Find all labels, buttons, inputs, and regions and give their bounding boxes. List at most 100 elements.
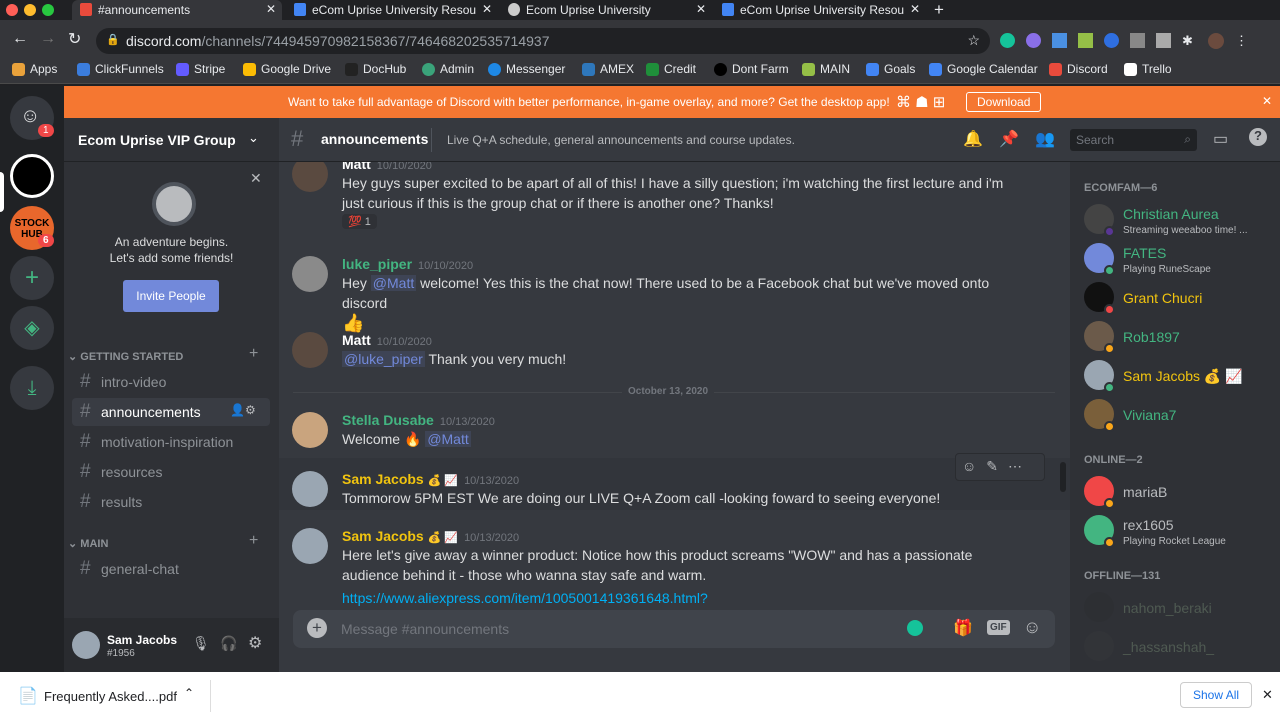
bookmark[interactable]: Goals — [866, 62, 915, 76]
member-item[interactable]: FATES Playing RuneScape — [1084, 239, 1274, 279]
author-name[interactable]: luke_piper — [342, 256, 412, 272]
puzzle-extensions-icon[interactable]: ✱ — [1182, 33, 1197, 48]
bookmark[interactable]: Stripe — [176, 62, 225, 76]
new-tab-button[interactable]: + — [934, 0, 944, 20]
avatar[interactable] — [72, 631, 100, 659]
edit-pencil-icon[interactable]: ✎ — [986, 458, 1008, 474]
show-all-button[interactable]: Show All — [1180, 682, 1253, 708]
download-filename[interactable]: Frequently Asked....pdf — [44, 689, 177, 704]
bookmark[interactable]: Google Drive — [243, 62, 331, 76]
bookmark-apps[interactable]: Apps — [12, 62, 57, 76]
invite-and-settings-icons[interactable]: 👤⚙ — [230, 403, 256, 417]
gift-icon[interactable]: 🎁 — [953, 618, 973, 638]
close-tab-icon[interactable]: ✕ — [696, 2, 706, 16]
bookmark[interactable]: Dont Farm — [714, 62, 789, 76]
back-button[interactable]: ← — [12, 30, 28, 48]
close-icon[interactable]: ✕ — [250, 170, 262, 187]
channel-general-chat[interactable]: general-chat — [72, 555, 270, 583]
close-tab-icon[interactable]: ✕ — [482, 2, 492, 16]
home-button[interactable]: ☺ 1 — [10, 96, 54, 140]
member-item[interactable]: Grant Chucri — [1084, 278, 1274, 318]
user-mention[interactable]: @luke_piper — [342, 351, 425, 367]
channel-announcements[interactable]: announcements 👤⚙ — [72, 398, 270, 426]
url-bar[interactable]: 🔒 discord.com/channels/744945970982158367… — [96, 28, 990, 54]
mute-microphone-icon[interactable]: 🎙 — [192, 635, 210, 652]
bookmark[interactable]: MAIN — [802, 62, 850, 76]
close-banner-icon[interactable]: ✕ — [1262, 94, 1272, 108]
author-name[interactable]: Matt — [342, 332, 371, 348]
scrollbar[interactable] — [1060, 462, 1066, 492]
notification-bell-icon[interactable]: 🔔 — [963, 129, 983, 149]
bookmark[interactable]: Messenger — [488, 62, 565, 76]
search-input[interactable]: Search ⌕ — [1070, 129, 1197, 151]
add-reaction-icon[interactable]: ☺ — [962, 458, 986, 474]
more-menu-icon[interactable]: ⋮ — [1235, 33, 1248, 49]
member-item[interactable]: Rob1897 — [1084, 317, 1274, 357]
close-tab-icon[interactable]: ✕ — [266, 2, 276, 16]
inbox-icon[interactable]: ▭ — [1213, 129, 1228, 149]
user-settings-gear-icon[interactable]: ⚙ — [248, 633, 262, 653]
browser-tab[interactable]: #announcements ✕ — [72, 0, 282, 20]
bookmark[interactable]: AMEX — [582, 62, 634, 76]
explore-servers-compass-icon[interactable]: ◈ — [10, 306, 54, 350]
extension-icon[interactable] — [1156, 33, 1171, 48]
extension-icon[interactable] — [1052, 33, 1067, 48]
avatar[interactable] — [292, 332, 328, 368]
close-downloads-icon[interactable]: ✕ — [1262, 687, 1273, 703]
channel-resources[interactable]: resources — [72, 458, 270, 486]
member-item[interactable]: rex1605 Playing Rocket League — [1084, 511, 1274, 551]
browser-tab[interactable]: eCom Uprise University Resou ✕ — [286, 0, 498, 20]
minimize-window-button[interactable] — [24, 4, 36, 16]
shopify-extension-icon[interactable] — [1078, 33, 1093, 48]
profile-avatar[interactable] — [1208, 33, 1224, 49]
help-icon[interactable]: ? — [1249, 128, 1267, 146]
bookmark[interactable]: DocHub — [345, 62, 406, 76]
close-window-button[interactable] — [6, 4, 18, 16]
bookmark-star-icon[interactable]: ☆ — [967, 32, 980, 49]
download-apps-icon[interactable]: ⤓ — [10, 366, 54, 410]
member-item[interactable]: Sam Jacobs 💰 📈 — [1084, 356, 1274, 396]
bookmark[interactable]: ClickFunnels — [77, 62, 164, 76]
browser-tab[interactable]: Ecom Uprise University ✕ — [500, 0, 712, 20]
category-getting-started[interactable]: ⌄ GETTING STARTED — [68, 350, 183, 363]
user-mention[interactable]: @Matt — [370, 275, 417, 291]
message-composer[interactable]: + Message #announcements 🎁 GIF ☺ — [293, 610, 1055, 648]
server-stock-hub[interactable]: STOCK HUB 6 — [10, 206, 54, 250]
maximize-window-button[interactable] — [42, 4, 54, 16]
upload-plus-icon[interactable]: + — [307, 618, 327, 638]
create-channel-icon[interactable]: + — [249, 345, 258, 363]
reaction[interactable]: 💯 1 — [342, 214, 377, 229]
product-link[interactable]: https://www.aliexpress.com/item/10050014… — [342, 588, 1022, 608]
avatar[interactable] — [292, 471, 328, 507]
add-server-button[interactable]: + — [10, 256, 54, 300]
forward-button[interactable]: → — [40, 30, 56, 48]
headphones-icon[interactable]: 🎧 — [220, 635, 237, 652]
author-name[interactable]: Stella Dusabe — [342, 412, 434, 428]
chevron-up-icon[interactable]: ⌃ — [184, 686, 194, 700]
channel-motivation-inspiration[interactable]: motivation-inspiration — [72, 428, 270, 456]
extension-icon[interactable] — [1026, 33, 1041, 48]
bookmark[interactable]: Google Calendar — [929, 62, 1038, 76]
grammarly-extension-icon[interactable] — [1000, 33, 1015, 48]
member-item[interactable]: Viviana7 — [1084, 395, 1274, 435]
bookmark[interactable]: Trello — [1124, 62, 1172, 76]
avatar[interactable] — [292, 528, 328, 564]
extension-icon[interactable] — [1130, 33, 1145, 48]
member-list-icon[interactable]: 👥 — [1035, 129, 1055, 149]
reload-button[interactable]: ↻ — [68, 29, 81, 49]
bookmark[interactable]: Admin — [422, 62, 474, 76]
category-main[interactable]: ⌄ MAIN — [68, 537, 108, 550]
browser-tab[interactable]: eCom Uprise University Resou ✕ — [714, 0, 926, 20]
server-header[interactable]: Ecom Uprise VIP Group ⌄ — [64, 118, 279, 162]
invite-people-button[interactable]: Invite People — [123, 280, 219, 312]
gif-button[interactable]: GIF — [987, 620, 1010, 635]
member-item[interactable]: nahom_beraki — [1084, 588, 1274, 628]
channel-results[interactable]: results — [72, 488, 270, 516]
channel-intro-video[interactable]: intro-video — [72, 368, 270, 396]
avatar[interactable] — [292, 256, 328, 292]
author-name[interactable]: Sam Jacobs — [342, 528, 424, 544]
author-name[interactable]: Sam Jacobs — [342, 471, 424, 487]
member-item[interactable]: _hassanshah_ — [1084, 627, 1274, 667]
member-item[interactable]: mariaB — [1084, 472, 1274, 512]
bookmark[interactable]: Discord — [1049, 62, 1108, 76]
